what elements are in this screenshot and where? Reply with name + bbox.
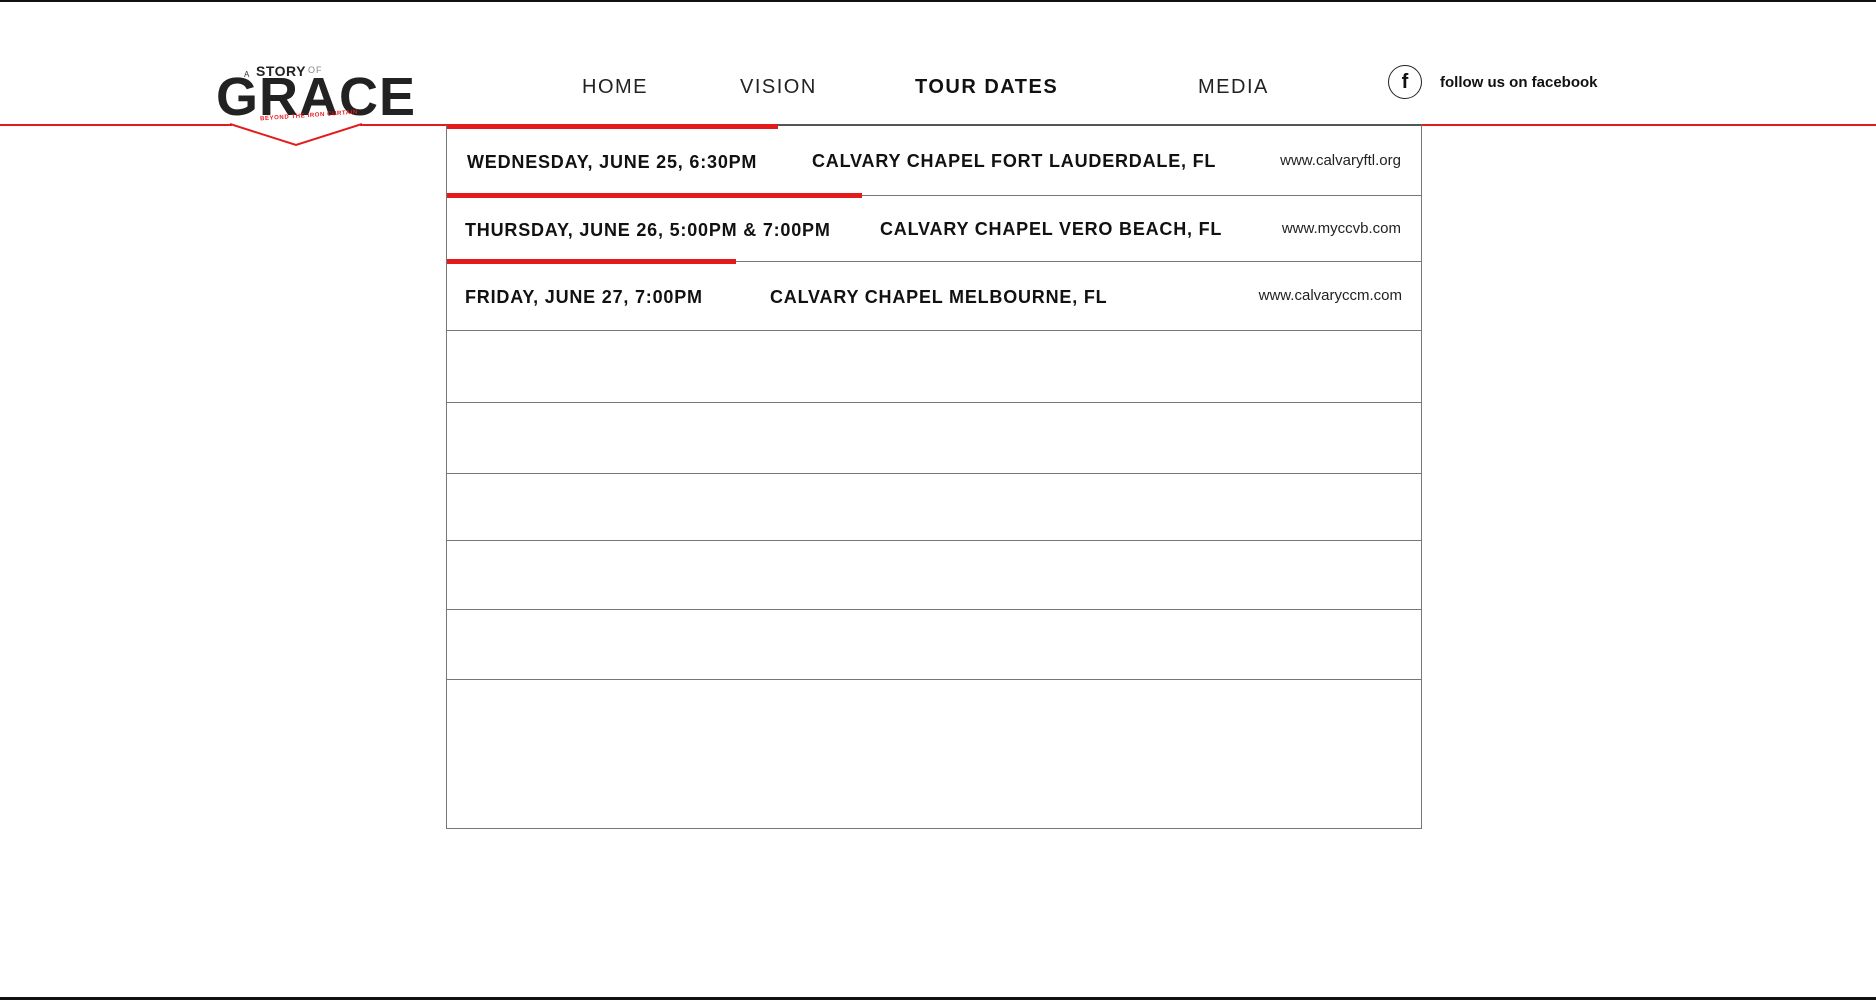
header-red-line: [1422, 124, 1876, 126]
empty-row: [447, 474, 1421, 541]
row-accent-bar: [447, 259, 736, 264]
venue-website-link[interactable]: www.myccvb.com: [1282, 220, 1401, 237]
header-red-line: [0, 124, 232, 126]
tour-date-row: WEDNESDAY, JUNE 25, 6:30PM CALVARY CHAPE…: [447, 124, 1421, 196]
nav-media[interactable]: MEDIA: [1198, 76, 1269, 99]
top-border: [0, 0, 1876, 2]
row-accent-bar: [447, 124, 778, 129]
tour-venue: CALVARY CHAPEL FORT LAUDERDALE, FL: [812, 151, 1217, 171]
empty-row: [447, 331, 1421, 403]
nav-home[interactable]: HOME: [582, 76, 648, 99]
tour-date: WEDNESDAY, JUNE 25, 6:30PM: [467, 152, 758, 172]
site-logo[interactable]: A STORY OF GRACE BEYOND THE IRON CURTAIN: [216, 60, 415, 126]
tour-date-row: FRIDAY, JUNE 27, 7:00PM CALVARY CHAPEL M…: [447, 259, 1421, 331]
tour-venue: CALVARY CHAPEL VERO BEACH, FL: [880, 219, 1223, 239]
tour-date-row: THURSDAY, JUNE 26, 5:00PM & 7:00PM CALVA…: [447, 193, 1421, 262]
facebook-link[interactable]: f follow us on facebook: [1388, 65, 1598, 99]
facebook-icon-glyph: f: [1401, 70, 1409, 93]
tour-date: FRIDAY, JUNE 27, 7:00PM: [465, 287, 703, 307]
tour-date: THURSDAY, JUNE 26, 5:00PM & 7:00PM: [465, 220, 831, 240]
empty-row: [447, 610, 1421, 680]
venue-website-link[interactable]: www.calvaryftl.org: [1280, 152, 1401, 169]
nav-tour-dates[interactable]: TOUR DATES: [915, 76, 1058, 99]
facebook-icon[interactable]: f: [1388, 65, 1422, 99]
tour-venue: CALVARY CHAPEL MELBOURNE, FL: [770, 287, 1108, 307]
empty-row: [447, 541, 1421, 610]
nav-vision[interactable]: VISION: [740, 76, 817, 99]
row-accent-bar: [447, 193, 862, 198]
tour-dates-table: WEDNESDAY, JUNE 25, 6:30PM CALVARY CHAPE…: [446, 124, 1422, 829]
venue-website-link[interactable]: www.calvaryccm.com: [1259, 287, 1402, 304]
empty-row: [447, 403, 1421, 474]
facebook-label: follow us on facebook: [1440, 73, 1598, 91]
